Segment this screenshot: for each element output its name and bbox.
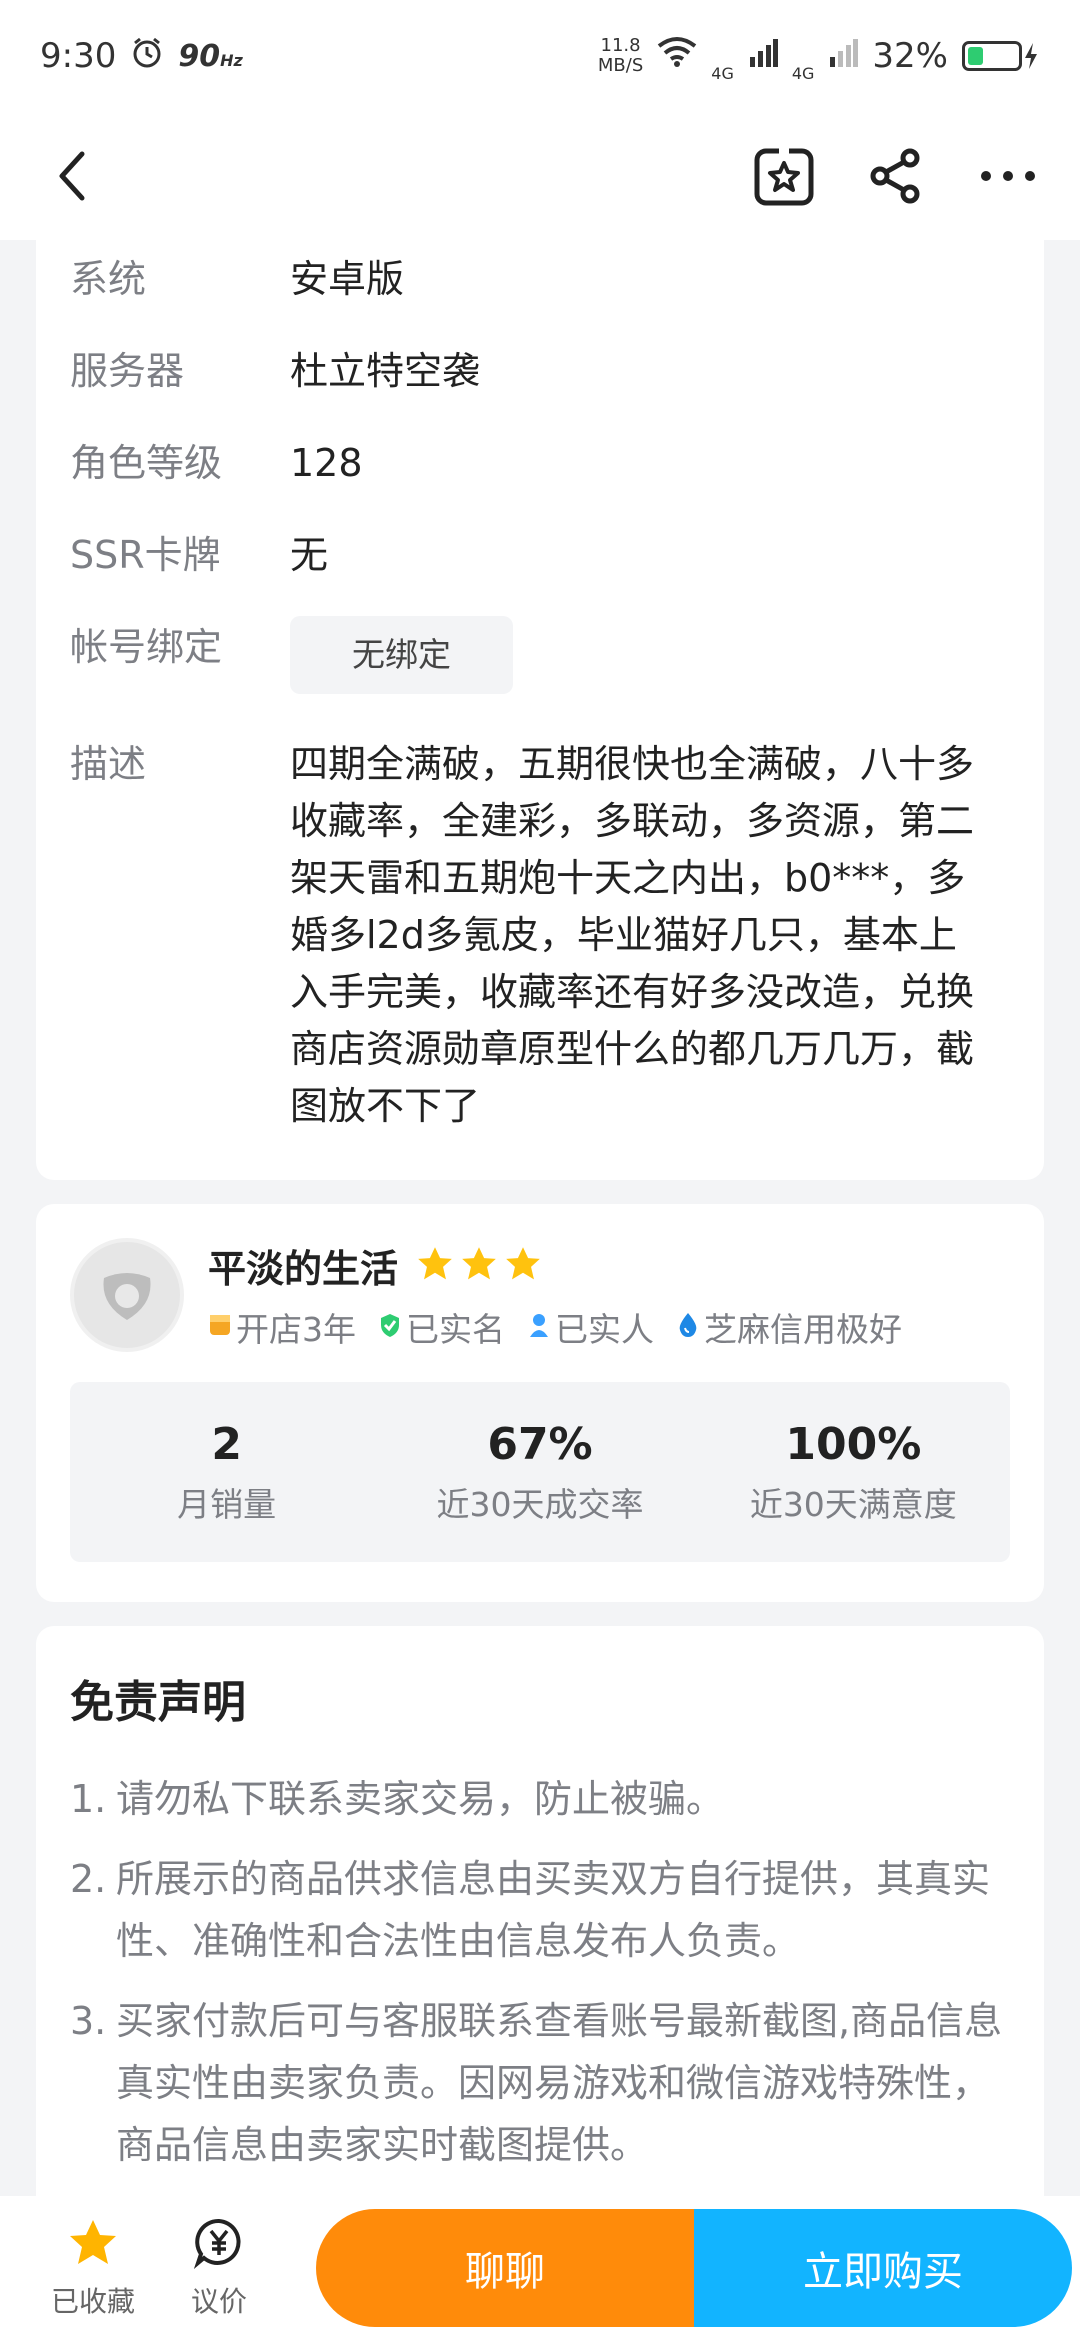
disclaimer-number: 3. bbox=[70, 1999, 107, 2043]
stat-value: 67% bbox=[487, 1418, 593, 1470]
info-label: 服务器 bbox=[70, 349, 185, 393]
bargain-button[interactable]: 议价 bbox=[156, 2217, 282, 2320]
binding-row: 帐号绑定 无绑定 bbox=[70, 616, 1010, 694]
disclaimer-text: 所展示的商品供求信息由买卖双方自行提供，其真实性、准确性和合法性由信息发布人负责… bbox=[116, 1857, 991, 1963]
account-info-card: 系统 安卓版服务器 杜立特空袭角色等级 128 SSR卡牌 无 帐号绑定 无绑定 描述 四… bbox=[36, 240, 1044, 1180]
alarm-icon bbox=[130, 35, 164, 78]
seller-rating-stars bbox=[416, 1245, 542, 1287]
verified-shield-icon bbox=[378, 1308, 402, 1347]
badge-label: 已实人 bbox=[555, 1310, 654, 1349]
more-dots-icon[interactable] bbox=[976, 144, 1040, 208]
seller-name: 平淡的生活 bbox=[208, 1247, 399, 1291]
stat-label: 近30天满意度 bbox=[749, 1484, 957, 1524]
info-label: 系统 bbox=[70, 257, 147, 301]
net-speed: 11.8 MB/S bbox=[597, 35, 644, 76]
status-time: 9:30 bbox=[40, 36, 117, 76]
share-icon[interactable] bbox=[864, 144, 928, 208]
bargain-label: 议价 bbox=[190, 2284, 247, 2318]
bottom-action-bar: 已收藏 议价 聊聊 立即购买 bbox=[0, 2196, 1080, 2340]
rating-star-icon bbox=[504, 1245, 542, 1287]
disclaimer-item: 3. 买家付款后可与客服联系查看账号最新截图,商品信息真实性由卖家负责。因网易游戏… bbox=[70, 1990, 1010, 2176]
seller-badges: 开店3年 已实名 已实人 芝麻信用极好 bbox=[208, 1303, 902, 1351]
person-icon bbox=[527, 1308, 551, 1347]
refresh-rate: 90Hz bbox=[178, 38, 243, 74]
battery-percent: 32% bbox=[872, 36, 948, 76]
stat-item: 100% 近30天满意度 bbox=[697, 1419, 1010, 1526]
seller-badge: 开店3年 bbox=[208, 1303, 356, 1351]
battery-icon bbox=[962, 41, 1040, 71]
seller-card[interactable]: 平淡的生活 开店3年 已实名 已实人 芝麻信用极好 2 月销量 67% 近30天成交率 100… bbox=[36, 1204, 1044, 1602]
signal-icon-1 bbox=[748, 36, 778, 76]
back-arrow-icon[interactable] bbox=[40, 144, 104, 208]
badge-label: 开店3年 bbox=[236, 1310, 356, 1349]
info-value: 安卓版 bbox=[290, 257, 405, 301]
info-row: SSR卡牌 无 bbox=[70, 530, 1010, 580]
drop-icon bbox=[676, 1308, 700, 1347]
seller-badge: 已实名 bbox=[378, 1303, 505, 1351]
top-nav bbox=[0, 112, 1080, 240]
binding-tag: 无绑定 bbox=[290, 616, 513, 694]
favorite-star-box-icon[interactable] bbox=[752, 144, 816, 208]
buy-now-button[interactable]: 立即购买 bbox=[694, 2209, 1072, 2327]
disclaimer-card: 免责声明 1. 请勿私下联系卖家交易，防止被骗。 2. 所展示的商品供求信息由买卖双方… bbox=[36, 1626, 1044, 2246]
disclaimer-text: 买家付款后可与客服联系查看账号最新截图,商品信息真实性由卖家负责。因网易游戏和微… bbox=[116, 1999, 1003, 2167]
wifi-icon bbox=[657, 36, 697, 77]
info-label: SSR卡牌 bbox=[70, 533, 221, 577]
badge-label: 已实名 bbox=[406, 1310, 505, 1349]
info-row: 系统 安卓版 bbox=[70, 254, 1010, 304]
network-type-1: 4G bbox=[711, 63, 734, 83]
signal-icon-2 bbox=[828, 36, 859, 76]
rating-star-icon bbox=[416, 1245, 454, 1287]
disclaimer-text: 请勿私下联系卖家交易，防止被骗。 bbox=[116, 1777, 725, 1821]
info-label: 角色等级 bbox=[70, 441, 223, 485]
stat-item: 67% 近30天成交率 bbox=[383, 1419, 696, 1526]
favorited-button[interactable]: 已收藏 bbox=[30, 2217, 156, 2320]
yuan-bubble-icon bbox=[193, 2217, 245, 2276]
page-content: 系统 安卓版服务器 杜立特空袭角色等级 128 SSR卡牌 无 帐号绑定 无绑定 描述 四… bbox=[0, 240, 1080, 2246]
stat-item: 2 月销量 bbox=[70, 1419, 383, 1526]
chat-button[interactable]: 聊聊 bbox=[316, 2209, 694, 2327]
stat-value: 2 bbox=[211, 1418, 242, 1470]
seller-badge: 芝麻信用极好 bbox=[676, 1303, 902, 1351]
description-row: 描述 四期全满破，五期很快也全满破，八十多收藏率，全建彩，多联动，多资源，第二架… bbox=[70, 736, 1010, 1135]
info-row: 服务器 杜立特空袭 bbox=[70, 346, 1010, 396]
favorited-label: 已收藏 bbox=[50, 2284, 135, 2318]
stat-value: 100% bbox=[785, 1418, 922, 1470]
rating-star-icon bbox=[460, 1245, 498, 1287]
status-bar: 9:30 90Hz 11.8 MB/S 4G 4G 32% bbox=[0, 0, 1080, 112]
disclaimer-item: 1. 请勿私下联系卖家交易，防止被骗。 bbox=[70, 1768, 1010, 1830]
stat-label: 月销量 bbox=[177, 1484, 277, 1524]
disclaimer-title: 免责声明 bbox=[70, 1677, 246, 1728]
disclaimer-number: 1. bbox=[70, 1777, 107, 1821]
info-value: 无 bbox=[290, 533, 329, 577]
description-label: 描述 bbox=[70, 742, 147, 786]
shop-icon bbox=[208, 1308, 232, 1347]
info-value: 128 bbox=[290, 441, 363, 485]
network-type-2: 4G bbox=[791, 63, 815, 83]
binding-label: 帐号绑定 bbox=[70, 625, 223, 669]
description-text: 四期全满破，五期很快也全满破，八十多收藏率，全建彩，多联动，多资源，第二架天雷和… bbox=[290, 742, 975, 1128]
stat-label: 近30天成交率 bbox=[436, 1484, 644, 1524]
disclaimer-number: 2. bbox=[70, 1857, 107, 1901]
star-filled-icon bbox=[67, 2217, 119, 2276]
seller-stats: 2 月销量 67% 近30天成交率 100% 近30天满意度 bbox=[70, 1382, 1010, 1562]
badge-label: 芝麻信用极好 bbox=[704, 1310, 902, 1349]
info-value: 杜立特空袭 bbox=[290, 349, 481, 393]
info-row: 角色等级 128 bbox=[70, 438, 1010, 488]
disclaimer-item: 2. 所展示的商品供求信息由买卖双方自行提供，其真实性、准确性和合法性由信息发布人… bbox=[70, 1848, 1010, 1972]
avatar[interactable] bbox=[70, 1238, 184, 1352]
seller-badge: 已实人 bbox=[527, 1303, 654, 1351]
